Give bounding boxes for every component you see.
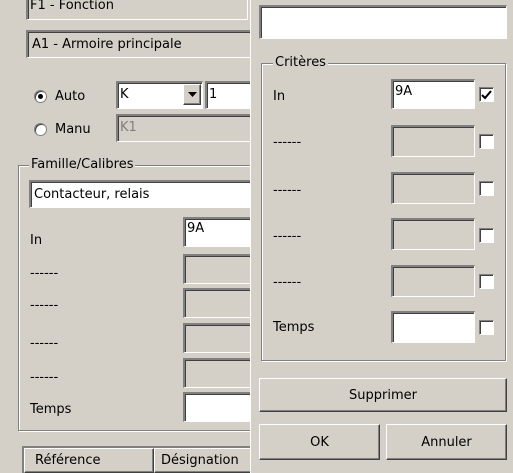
dropdown-button[interactable] xyxy=(183,84,201,105)
famille-dash2: ------ xyxy=(30,298,59,313)
famille-in-field[interactable]: 9A xyxy=(183,217,257,247)
criteres-checkbox-2[interactable] xyxy=(479,134,494,149)
manu-label: Manu xyxy=(55,122,91,137)
criteres-in-label: In xyxy=(273,89,286,104)
famille-temps-label: Temps xyxy=(30,402,72,417)
supprimer-label: Supprimer xyxy=(349,387,417,403)
criteres-field-2 xyxy=(391,125,475,157)
famille-field-5 xyxy=(183,358,257,388)
criteres-dash1: ------ xyxy=(273,135,302,150)
column-header-designation-label: Désignation xyxy=(161,453,239,468)
auto-number-value: 1 xyxy=(209,87,218,102)
criteres-in-value: 9A xyxy=(395,84,413,99)
famille-type-value: Contacteur, relais xyxy=(34,187,150,202)
famille-title: Famille/Calibres xyxy=(29,157,136,172)
criteres-dash4: ------ xyxy=(273,275,302,290)
famille-field-4 xyxy=(183,323,257,353)
column-header-reference[interactable]: Référence xyxy=(24,448,154,473)
manu-field: K1 xyxy=(116,114,256,142)
table-header: Référence Désignation xyxy=(22,446,258,473)
fonction-value: F1 - Fonction xyxy=(30,0,114,13)
top-right-field[interactable] xyxy=(259,5,507,39)
ok-button[interactable]: OK xyxy=(259,424,380,460)
checkmark-icon xyxy=(481,89,492,99)
annuler-button[interactable]: Annuler xyxy=(386,424,507,460)
famille-dash1: ------ xyxy=(30,266,59,281)
auto-label: Auto xyxy=(55,89,86,104)
criteres-in-checkbox[interactable] xyxy=(479,87,494,102)
criteres-temps-field[interactable] xyxy=(391,311,475,343)
ok-label: OK xyxy=(310,434,329,450)
auto-select[interactable]: K xyxy=(116,81,203,109)
criteres-checkbox-4[interactable] xyxy=(479,228,494,243)
famille-temps-field[interactable] xyxy=(183,392,257,422)
criteres-field-5 xyxy=(391,265,475,297)
criteres-checkbox-5[interactable] xyxy=(479,274,494,289)
criteres-field-4 xyxy=(391,218,475,250)
auto-radio[interactable] xyxy=(34,90,47,103)
auto-number-field[interactable]: 1 xyxy=(205,81,255,109)
column-header-designation[interactable]: Désignation xyxy=(154,448,258,473)
manu-value: K1 xyxy=(120,120,137,135)
famille-dash3: ------ xyxy=(30,336,59,351)
criteres-dash2: ------ xyxy=(273,183,302,198)
criteres-dash3: ------ xyxy=(273,229,302,244)
criteres-title: Critères xyxy=(273,55,328,70)
armoire-field: A1 - Armoire principale xyxy=(26,30,256,58)
column-header-reference-label: Référence xyxy=(35,453,101,468)
famille-type-field[interactable]: Contacteur, relais xyxy=(29,180,257,208)
famille-field-2 xyxy=(183,254,257,284)
famille-dash4: ------ xyxy=(30,370,59,385)
criteres-in-field[interactable]: 9A xyxy=(391,79,475,109)
annuler-label: Annuler xyxy=(421,434,472,450)
criteres-temps-label: Temps xyxy=(273,320,315,335)
armoire-value: A1 - Armoire principale xyxy=(32,37,182,52)
famille-in-value: 9A xyxy=(187,221,205,236)
criteres-checkbox-3[interactable] xyxy=(479,181,494,196)
criteres-field-3 xyxy=(391,172,475,204)
chevron-down-icon xyxy=(187,91,197,97)
manu-radio[interactable] xyxy=(34,123,47,136)
criteres-temps-checkbox[interactable] xyxy=(479,320,494,335)
famille-field-3 xyxy=(183,288,257,318)
supprimer-button[interactable]: Supprimer xyxy=(259,378,507,412)
famille-in-label: In xyxy=(30,233,43,248)
fonction-field: F1 - Fonction xyxy=(26,0,248,20)
